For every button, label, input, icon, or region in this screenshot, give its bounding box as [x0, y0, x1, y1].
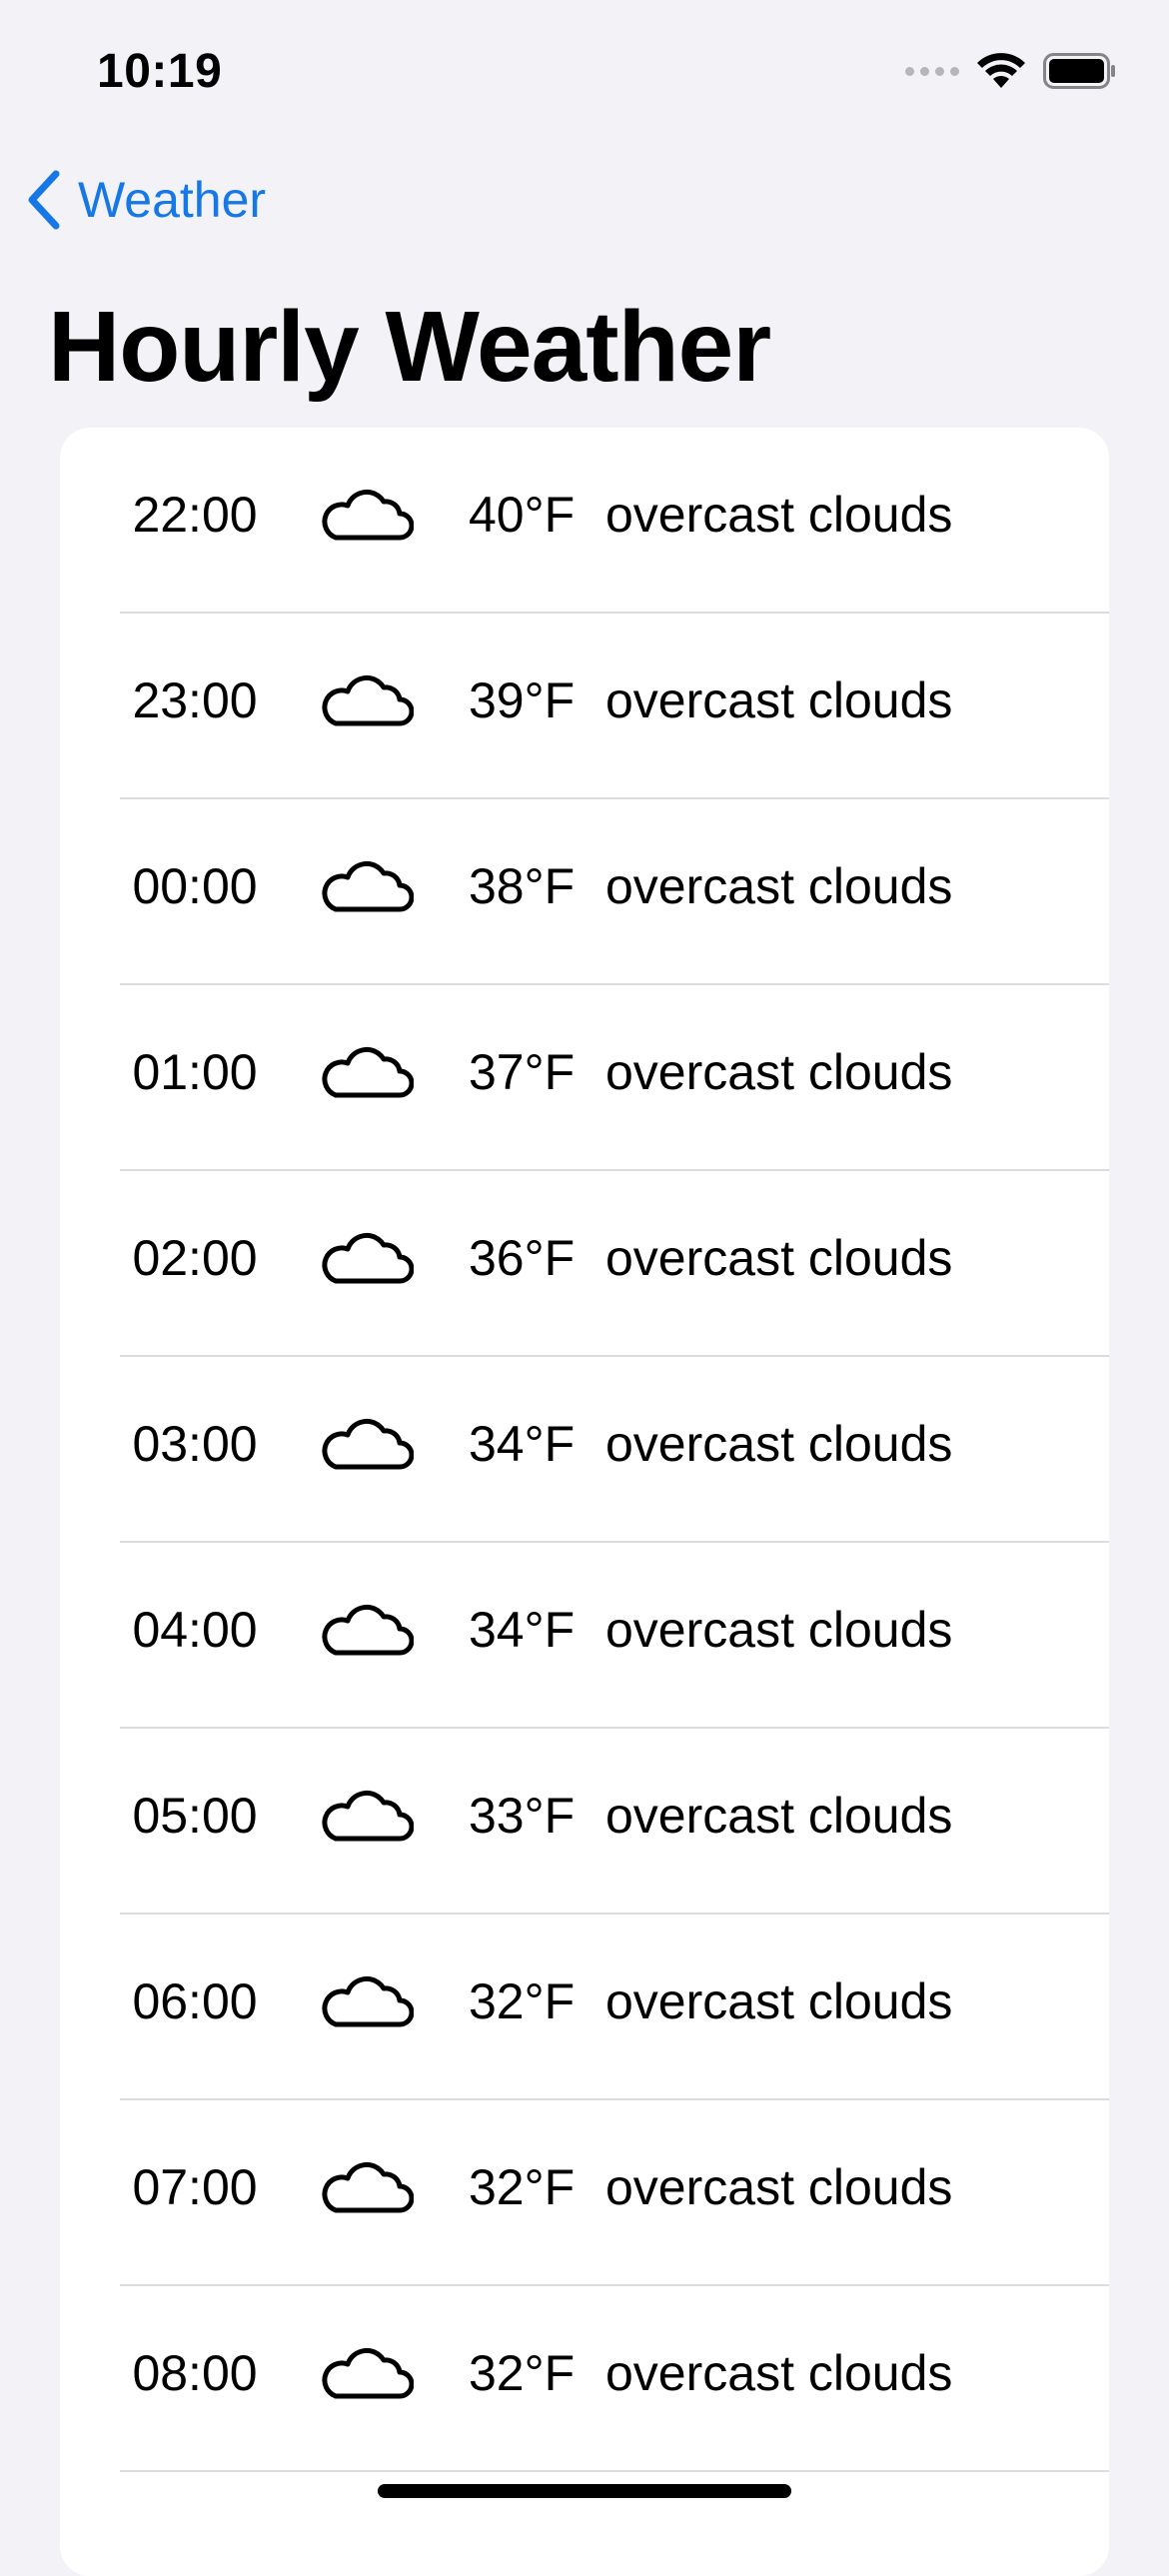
hour-time: 23:00: [132, 672, 258, 728]
list-item[interactable]: 22:00 40°F overcast clouds: [60, 428, 1109, 614]
list-item[interactable]: 02:00 36°F overcast clouds: [60, 1171, 1109, 1357]
status-icons: [905, 52, 1117, 90]
hourly-list[interactable]: 22:00 40°F overcast clouds 23:00 39°F overcas…: [60, 428, 1109, 2576]
list-item[interactable]: 23:00 39°F overcast clouds: [60, 614, 1109, 799]
hour-temperature: 32°F: [469, 1973, 576, 2029]
list-item[interactable]: 06:00 32°F overcast clouds: [60, 1915, 1109, 2100]
hour-temperature: 36°F: [469, 1230, 576, 1286]
list-item[interactable]: 03:00 34°F overcast clouds: [60, 1357, 1109, 1543]
cloud-icon: [322, 1783, 415, 1847]
list-item[interactable]: 04:00 34°F overcast clouds: [60, 1543, 1109, 1729]
hour-description: overcast clouds: [605, 1044, 953, 1100]
cloud-icon: [322, 1411, 415, 1475]
hour-temperature: 40°F: [469, 487, 576, 543]
cloud-icon: [322, 482, 415, 546]
cloud-icon: [322, 1225, 415, 1289]
cloud-icon: [322, 1968, 415, 2032]
hour-time: 07:00: [132, 2159, 258, 2215]
hour-description: overcast clouds: [605, 672, 953, 728]
hour-temperature: 39°F: [469, 672, 576, 728]
hour-time: 01:00: [132, 1044, 258, 1100]
list-item[interactable]: 00:00 38°F overcast clouds: [60, 799, 1109, 985]
hour-time: 00:00: [132, 858, 258, 914]
hour-time: 05:00: [132, 1788, 258, 1844]
hour-description: overcast clouds: [605, 487, 953, 543]
back-button-label: Weather: [78, 172, 267, 228]
hour-temperature: 32°F: [469, 2159, 576, 2215]
cloud-icon: [322, 2340, 415, 2404]
cloud-icon: [322, 1039, 415, 1103]
hour-time: 02:00: [132, 1230, 258, 1286]
list-item[interactable]: 01:00 37°F overcast clouds: [60, 985, 1109, 1171]
hour-temperature: 37°F: [469, 1044, 576, 1100]
hour-temperature: 34°F: [469, 1416, 576, 1472]
cellular-signal-icon: [905, 66, 959, 76]
list-item[interactable]: 05:00 33°F overcast clouds: [60, 1729, 1109, 1915]
hour-description: overcast clouds: [605, 1230, 953, 1286]
hour-description: overcast clouds: [605, 2345, 953, 2401]
chevron-left-icon: [28, 170, 60, 230]
battery-icon: [1043, 53, 1115, 89]
hour-temperature: 33°F: [469, 1788, 576, 1844]
hour-time: 03:00: [132, 1416, 258, 1472]
hour-temperature: 38°F: [469, 858, 576, 914]
list-item[interactable]: 07:00 32°F overcast clouds: [60, 2100, 1109, 2286]
back-button[interactable]: Weather: [24, 170, 266, 230]
hour-time: 08:00: [132, 2345, 258, 2401]
status-bar: 10:19: [0, 0, 1169, 140]
hour-description: overcast clouds: [605, 1973, 953, 2029]
hour-temperature: 32°F: [469, 2345, 576, 2401]
hour-description: overcast clouds: [605, 2159, 953, 2215]
status-time: 10:19: [97, 45, 223, 98]
row-divider: [120, 2470, 1109, 2472]
hour-time: 06:00: [132, 1973, 258, 2029]
hour-time: 04:00: [132, 1602, 258, 1658]
list-item[interactable]: 08:00 32°F overcast clouds: [60, 2286, 1109, 2472]
cloud-icon: [322, 667, 415, 731]
wifi-icon: [977, 53, 1025, 88]
hour-description: overcast clouds: [605, 858, 953, 914]
cloud-icon: [322, 2154, 415, 2218]
hour-description: overcast clouds: [605, 1416, 953, 1472]
cloud-icon: [322, 1597, 415, 1661]
cloud-icon: [322, 853, 415, 917]
home-indicator[interactable]: [378, 2484, 791, 2498]
hour-description: overcast clouds: [605, 1602, 953, 1658]
hour-description: overcast clouds: [605, 1788, 953, 1844]
hour-temperature: 34°F: [469, 1602, 576, 1658]
hour-time: 22:00: [132, 487, 258, 543]
page-title: Hourly Weather: [48, 291, 771, 403]
